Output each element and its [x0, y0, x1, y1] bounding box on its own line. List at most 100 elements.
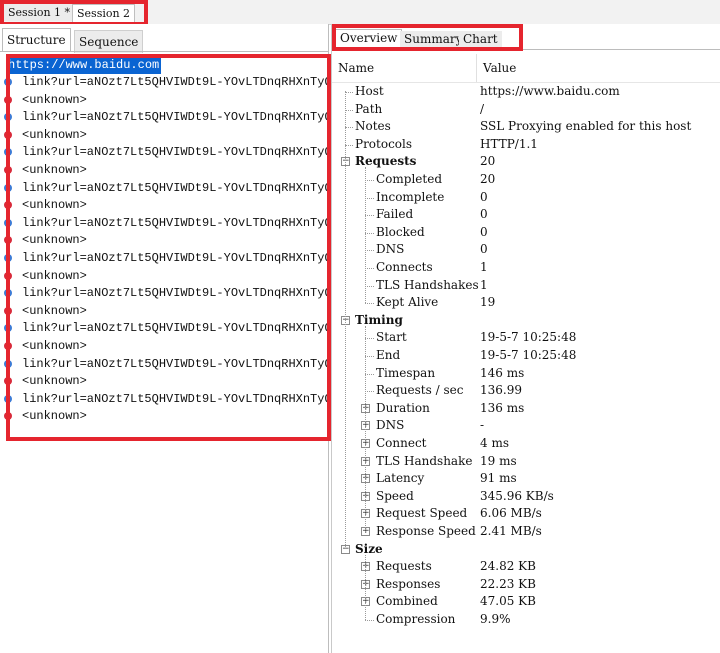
tree-connector	[365, 338, 374, 340]
request-icon	[4, 289, 12, 298]
property-row[interactable]: Notes SSL Proxying enabled for this host	[332, 118, 720, 135]
property-row[interactable]: + Latency 91 ms	[332, 470, 720, 487]
property-row[interactable]: Path /	[332, 101, 720, 118]
tree-connector	[365, 250, 374, 252]
request-icon	[4, 359, 12, 368]
tab-session-2[interactable]: Session 2	[72, 4, 136, 22]
property-value: 9.9%	[480, 612, 511, 626]
property-row[interactable]: + DNS -	[332, 417, 720, 434]
property-value: 345.96 KB/s	[480, 488, 554, 503]
property-value: 1	[480, 277, 488, 292]
tab-divider	[332, 49, 720, 50]
property-value: 19-5-7 10:25:48	[480, 330, 577, 345]
tab-structure[interactable]: Structure	[2, 28, 71, 51]
property-row[interactable]: + Combined 47.05 KB	[332, 593, 720, 610]
property-row[interactable]: + Responses 22.23 KB	[332, 576, 720, 593]
property-name: Incomplete	[376, 189, 445, 204]
tree-item-label: link?url=aNOzt7Lt5QHVIWDt9L-YOvLTDnqRHXn…	[22, 321, 328, 336]
tree-item-label: <unknown>	[22, 233, 87, 248]
property-row[interactable]: Requests / sec 136.99	[332, 382, 720, 399]
property-value: 24.82 KB	[480, 559, 536, 574]
property-value: -	[480, 418, 485, 433]
property-name: Speed	[376, 488, 414, 503]
tab-chart[interactable]: Chart	[459, 31, 502, 48]
property-value: 19-5-7 10:25:48	[480, 348, 577, 362]
property-name: Connect	[376, 436, 427, 450]
property-row[interactable]: − Size	[332, 541, 720, 558]
property-value: 0	[480, 207, 488, 222]
property-row[interactable]: − Timing	[332, 312, 720, 329]
property-name: Request Speed	[376, 506, 468, 521]
request-icon	[4, 254, 12, 262]
property-row[interactable]: Host https://www.baidu.com	[332, 83, 720, 100]
property-row[interactable]: + Speed 345.96 KB/s	[332, 488, 720, 505]
property-value: 22.23 KB	[480, 576, 536, 591]
property-row[interactable]: Start 19-5-7 10:25:48	[332, 329, 720, 346]
property-row[interactable]: + TLS Handshake 19 ms	[332, 453, 720, 470]
property-name: TLS Handshake	[376, 453, 473, 468]
property-row[interactable]: TLS Handshakes 1	[332, 277, 720, 294]
property-row[interactable]: End 19-5-7 10:25:48	[332, 347, 720, 364]
column-separator[interactable]	[476, 54, 477, 82]
tree-item-label: <unknown>	[22, 409, 87, 424]
property-name: Notes	[355, 119, 391, 134]
column-header-value[interactable]: Value	[483, 61, 516, 75]
property-row[interactable]: + Request Speed 6.06 MB/s	[332, 505, 720, 522]
property-row[interactable]: Blocked 0	[332, 224, 720, 241]
property-value: 136.99	[480, 383, 522, 398]
property-row[interactable]: − Requests 20	[332, 153, 720, 170]
tab-summary[interactable]: Summary	[400, 31, 467, 48]
tree-item-label: link?url=aNOzt7Lt5QHVIWDt9L-YOvLTDnqRHXn…	[22, 180, 328, 195]
request-icon	[4, 324, 12, 333]
property-row[interactable]: Incomplete 0	[332, 189, 720, 206]
request-icon	[4, 78, 12, 86]
property-row[interactable]: + Response Speed 2.41 MB/s	[332, 523, 720, 540]
tree-item-label: link?url=aNOzt7Lt5QHVIWDt9L-YOvLTDnqRHXn…	[22, 145, 328, 160]
property-name: Duration	[376, 400, 430, 415]
property-row[interactable]: Compression 9.9%	[332, 611, 720, 628]
tree-item-label: <unknown>	[22, 163, 87, 177]
tree-connector	[365, 167, 366, 304]
property-row[interactable]: + Requests 24.82 KB	[332, 558, 720, 575]
property-row[interactable]: Kept Alive 19	[332, 294, 720, 311]
tab-sequence[interactable]: Sequence	[74, 30, 144, 53]
property-name: Kept Alive	[376, 295, 439, 310]
tree-connector	[365, 620, 374, 621]
property-name: Blocked	[376, 224, 425, 239]
property-value: 0	[480, 189, 488, 204]
property-row[interactable]: Protocols HTTP/1.1	[332, 136, 720, 153]
tree-connector	[365, 303, 374, 305]
error-icon	[4, 130, 12, 139]
tab-session-1[interactable]: Session 1 *	[4, 4, 75, 21]
property-row[interactable]: + Connect 4 ms	[332, 435, 720, 452]
tree-connector	[365, 554, 366, 620]
request-icon	[4, 148, 12, 157]
property-value: 20	[480, 154, 496, 169]
property-name: Host	[355, 84, 384, 98]
error-icon	[4, 236, 12, 245]
property-row[interactable]: Connects 1	[332, 259, 720, 276]
property-row[interactable]: Timespan 146 ms	[332, 365, 720, 382]
property-name: Combined	[376, 594, 438, 609]
property-value: 19	[480, 295, 496, 310]
property-name: Requests / sec	[376, 383, 464, 398]
tree-connector	[365, 215, 374, 217]
property-value: 1	[480, 260, 488, 274]
property-row[interactable]: Failed 0	[332, 206, 720, 223]
property-value: 136 ms	[480, 400, 525, 415]
request-tree[interactable]: https://www.baidu.com link?url=aNOzt7Lt5…	[0, 55, 328, 435]
property-value: 20	[480, 172, 496, 186]
column-header-name[interactable]: Name	[338, 61, 374, 75]
error-icon	[4, 166, 12, 174]
property-row[interactable]: + Duration 136 ms	[332, 400, 720, 417]
property-row[interactable]: DNS 0	[332, 241, 720, 258]
property-row[interactable]: Completed 20	[332, 171, 720, 188]
property-name: TLS Handshakes	[376, 277, 479, 292]
property-value: 4 ms	[480, 436, 509, 450]
tree-item-label: <unknown>	[22, 303, 87, 318]
session-tab-bar: Session 1 * Session 2	[0, 0, 720, 25]
tab-overview[interactable]: Overview	[335, 29, 403, 47]
tree-item-label: link?url=aNOzt7Lt5QHVIWDt9L-YOvLTDnqRHXn…	[22, 391, 328, 406]
tree-connector	[345, 92, 353, 93]
tree-item-label: <unknown>	[22, 339, 87, 353]
